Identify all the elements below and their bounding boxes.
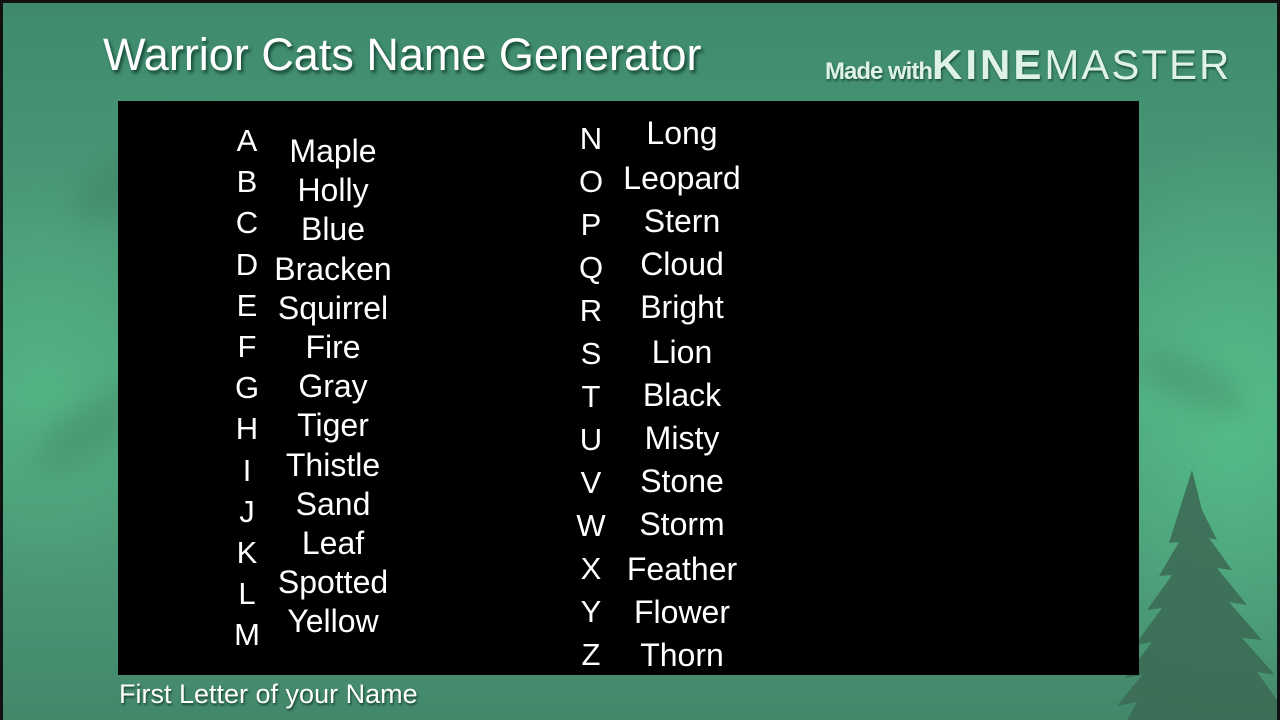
warrior-name: Leopard (623, 160, 741, 196)
warrior-name: Thistle (285, 446, 381, 483)
warrior-name: Gray (298, 368, 368, 405)
warrior-name: Lion (651, 334, 713, 370)
warrior-name: Fire (305, 329, 361, 365)
watermark-prefix: Made with (825, 58, 933, 85)
warrior-name: Flower (633, 594, 730, 630)
name-chart-panel: A Maple B Holly C Blue D Bracken E Squirrel F Fire G… (118, 101, 1139, 675)
kinemaster-watermark: Made withKINEMASTER (825, 41, 1231, 89)
warrior-name: Tiger (297, 407, 369, 444)
warrior-name: Bracken (274, 250, 392, 287)
background-haze (1130, 339, 1256, 427)
warrior-name: Cloud (640, 246, 724, 282)
warrior-name: Storm (639, 506, 725, 542)
warrior-name: Maple (289, 133, 377, 169)
warrior-name: Feather (626, 551, 738, 587)
watermark-brand-light: MASTER (1044, 41, 1232, 88)
page-title: Warrior Cats Name Generator (103, 29, 702, 80)
warrior-name: Holly (297, 172, 369, 209)
warrior-name: Blue (300, 211, 366, 248)
warrior-name: Spotted (277, 564, 389, 601)
warrior-name: Sand (295, 485, 371, 522)
warrior-name: Misty (644, 420, 720, 456)
warrior-name: Squirrel (277, 289, 389, 326)
video-frame: Warrior Cats Name Generator Made withKIN… (3, 3, 1277, 720)
caption: First Letter of your Name (119, 679, 418, 709)
warrior-name: Yellow (287, 603, 379, 640)
warrior-name: Bright (640, 289, 724, 325)
warrior-name: Long (646, 115, 718, 151)
warrior-name: Leaf (301, 525, 365, 561)
warrior-name: Thorn (640, 637, 724, 673)
watermark-brand-bold: KINE (932, 41, 1045, 88)
warrior-name: Black (642, 377, 722, 413)
warrior-name: Stone (640, 463, 724, 499)
warrior-name: Stern (643, 203, 721, 239)
